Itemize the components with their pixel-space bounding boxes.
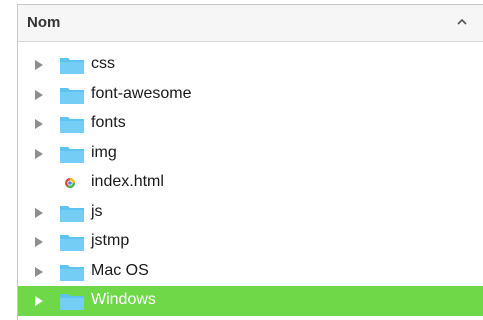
list-item-img[interactable]: img — [18, 139, 483, 169]
disclosure-triangle-icon[interactable] — [34, 118, 44, 130]
html-file-icon — [65, 178, 75, 188]
folder-icon — [60, 87, 84, 104]
item-name: font-awesome — [91, 84, 192, 102]
item-name: Mac OS — [91, 261, 149, 279]
item-name: fonts — [91, 114, 126, 131]
folder-icon — [60, 294, 84, 310]
file-list: css font-awesome fonts img index.html js… — [18, 50, 483, 316]
folder-icon — [60, 264, 84, 281]
disclosure-triangle-icon[interactable] — [34, 89, 44, 101]
disclosure-triangle-icon[interactable] — [34, 148, 44, 160]
finder-list-view: Nom css font-awesome fonts img index.htm… — [17, 4, 483, 320]
list-item-jstmp[interactable]: jstmp — [18, 227, 483, 257]
list-item-mac-os[interactable]: Mac OS — [18, 257, 483, 287]
list-item-index-html[interactable]: index.html — [18, 168, 483, 198]
disclosure-triangle-icon[interactable] — [34, 59, 44, 71]
list-item-css[interactable]: css — [18, 50, 483, 80]
list-item-fonts[interactable]: fonts — [18, 109, 483, 139]
item-name: index.html — [91, 173, 164, 190]
folder-icon — [60, 146, 84, 163]
item-name: Windows — [91, 291, 156, 308]
list-item-js[interactable]: js — [18, 198, 483, 228]
folder-icon — [60, 205, 84, 222]
disclosure-triangle-icon[interactable] — [34, 236, 44, 248]
list-item-windows[interactable]: Windows — [18, 286, 483, 316]
item-name: jstmp — [91, 232, 130, 249]
item-name: js — [91, 202, 103, 220]
item-name: img — [91, 143, 117, 161]
folder-icon — [60, 235, 84, 251]
disclosure-triangle-icon[interactable] — [34, 266, 44, 278]
list-item-font-awesome[interactable]: font-awesome — [18, 80, 483, 110]
folder-icon — [60, 117, 84, 133]
chevron-up-icon[interactable] — [455, 15, 469, 29]
column-header-label: Nom — [27, 14, 61, 31]
item-name: css — [91, 55, 115, 72]
column-header-name[interactable]: Nom — [18, 5, 483, 42]
folder-icon — [60, 58, 84, 74]
disclosure-triangle-icon[interactable] — [34, 295, 44, 307]
disclosure-triangle-icon[interactable] — [34, 207, 44, 219]
